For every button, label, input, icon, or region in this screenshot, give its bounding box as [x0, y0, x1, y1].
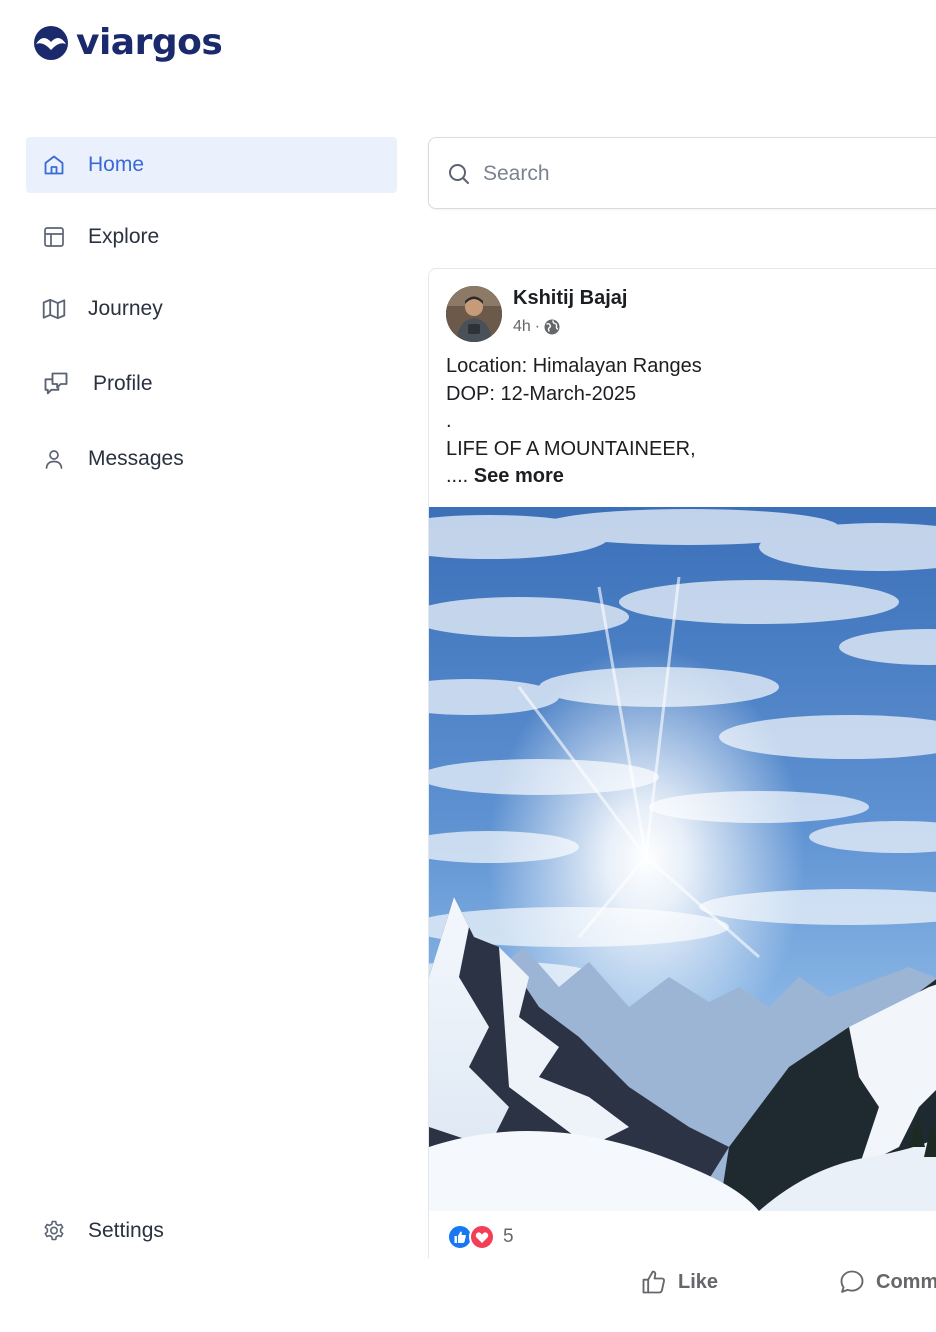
- sidebar-item-settings[interactable]: Settings: [26, 1203, 397, 1259]
- sidebar-item-label: Journey: [88, 297, 163, 320]
- like-label: Like: [678, 1270, 719, 1293]
- post-text-line: Location: Himalayan Ranges: [446, 355, 702, 377]
- ellipsis-text: ....: [446, 465, 469, 488]
- sidebar-item-home[interactable]: Home: [26, 137, 397, 193]
- sidebar-item-journey[interactable]: Journey: [26, 281, 397, 337]
- sidebar-item-profile[interactable]: Profile: [26, 356, 397, 412]
- like-button[interactable]: Like: [640, 1268, 718, 1296]
- sidebar-item-label: Explore: [88, 225, 160, 248]
- reaction-count: 5: [503, 1226, 514, 1247]
- meta-separator: ·: [534, 318, 541, 335]
- search-input[interactable]: [483, 156, 883, 192]
- sidebar-item-label: Home: [88, 153, 145, 176]
- sidebar-item-label: Messages: [88, 447, 184, 470]
- post-time[interactable]: 4h: [513, 318, 531, 336]
- app-name: viargos: [76, 22, 223, 63]
- globe-icon: [544, 319, 560, 335]
- sidebar-item-label: Settings: [88, 1219, 164, 1242]
- comment-label: Comm: [876, 1270, 936, 1293]
- app-logo[interactable]: viargos: [32, 22, 223, 63]
- thumbs-up-icon: [642, 1270, 665, 1294]
- search-bar[interactable]: [428, 137, 936, 209]
- gear-icon: [40, 1217, 68, 1245]
- reaction-summary[interactable]: 5: [447, 1224, 514, 1250]
- love-reaction-icon: [469, 1224, 495, 1250]
- post-photo-mountains[interactable]: [429, 507, 936, 1211]
- sidebar-item-label: Profile: [93, 372, 153, 395]
- post-text-line: LIFE OF A MOUNTAINEER,: [446, 437, 696, 460]
- home-icon: [40, 151, 68, 179]
- avatar[interactable]: [446, 286, 502, 342]
- map-icon: [40, 295, 68, 323]
- comment-icon: [840, 1270, 864, 1293]
- search-icon: [449, 164, 469, 184]
- user-icon: [40, 445, 68, 473]
- logo-mark-icon: [34, 26, 68, 60]
- post-author-name[interactable]: Kshitij Bajaj: [513, 287, 627, 310]
- post-text-line: .: [446, 410, 452, 433]
- see-more-link[interactable]: See more: [474, 465, 564, 487]
- chat-bubbles-icon: [42, 370, 70, 398]
- sidebar-item-explore[interactable]: Explore: [26, 209, 397, 265]
- post-text-line: DOP: 12-March-2025: [446, 382, 637, 405]
- sidebar-item-messages[interactable]: Messages: [26, 431, 397, 487]
- post-text-line-last: .... See more: [446, 463, 702, 491]
- post-meta: 4h ·: [513, 318, 560, 336]
- layout-icon: [40, 223, 68, 251]
- comment-button[interactable]: Comm: [838, 1268, 936, 1296]
- post-text: Location: Himalayan Ranges DOP: 12-March…: [446, 353, 702, 491]
- post-card: Kshitij Bajaj 4h · Location: Himalayan R…: [428, 268, 936, 1258]
